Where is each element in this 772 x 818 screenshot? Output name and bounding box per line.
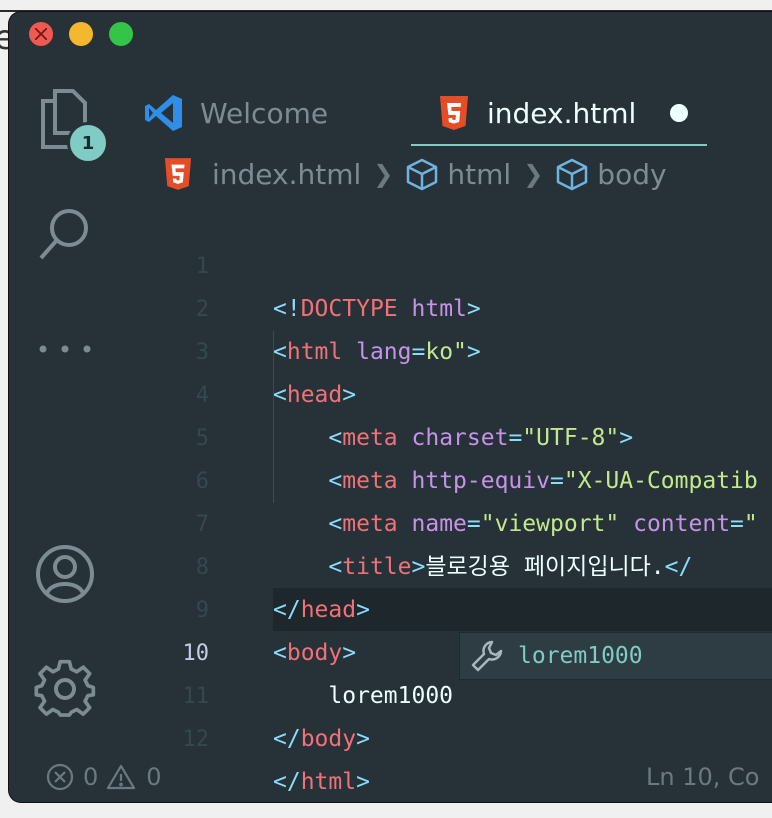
chevron-right-icon: ❯ xyxy=(523,160,544,188)
suggestion-item[interactable]: lorem1000 xyxy=(518,643,643,669)
tab-label: index.html xyxy=(487,96,637,130)
breadcrumb-html[interactable]: html xyxy=(447,158,511,191)
problems-indicator[interactable]: 0 0 xyxy=(45,762,162,792)
editor-tabs: Welcome index.html xyxy=(129,80,772,146)
breadcrumb: index.html ❯ html ❯ body xyxy=(164,154,667,194)
chevron-right-icon: ❯ xyxy=(373,160,394,188)
cube-icon xyxy=(405,157,439,191)
suggestion-widget[interactable]: lorem1000 xyxy=(459,632,772,680)
code-line[interactable]: 6 <meta name="viewport" content=" xyxy=(9,417,772,537)
code-line[interactable]: 9 <body> xyxy=(9,546,772,666)
breadcrumb-file[interactable]: index.html xyxy=(212,158,361,191)
close-window-button[interactable] xyxy=(29,22,53,46)
tab-welcome[interactable]: Welcome xyxy=(144,80,328,146)
code-line[interactable]: 3 <head> xyxy=(9,288,772,408)
editor-window: 1 Welcome index.html index.html ❯ html ❯… xyxy=(9,12,772,802)
code-line-active[interactable]: 10 lorem1000 xyxy=(9,589,772,709)
active-tab-indicator xyxy=(411,144,707,146)
status-bar: 0 0 Ln 10, Co xyxy=(9,752,772,802)
tab-label: Welcome xyxy=(200,96,329,130)
code-line[interactable]: 2 <html lang=ko"> xyxy=(9,245,772,365)
unsaved-dot-icon[interactable] xyxy=(670,104,689,122)
warning-icon xyxy=(106,763,136,791)
code-line[interactable]: 12 </html> xyxy=(9,675,772,795)
wrench-icon xyxy=(470,639,504,673)
code-line[interactable]: 4 <meta charset="UTF-8"> xyxy=(9,331,772,451)
minimize-window-button[interactable] xyxy=(69,22,93,46)
code-line[interactable]: 1 <!DOCTYPE html> xyxy=(9,202,772,322)
error-icon xyxy=(45,762,75,792)
code-line[interactable]: 8 </head> xyxy=(9,503,772,623)
code-line[interactable]: 7 <title>블로깅용 페이지입니다.</ xyxy=(9,460,772,580)
html5-icon xyxy=(164,157,192,191)
explorer-badge: 1 xyxy=(67,122,109,164)
code-line[interactable]: 5 <meta http-equiv="X-UA-Compatib xyxy=(9,374,772,494)
maximize-window-button[interactable] xyxy=(109,22,133,46)
html5-icon xyxy=(439,95,469,131)
warning-count: 0 xyxy=(146,763,162,791)
tab-index-html[interactable]: index.html xyxy=(439,80,689,146)
cursor-position[interactable]: Ln 10, Co xyxy=(646,763,759,791)
error-count: 0 xyxy=(83,763,99,791)
breadcrumb-body[interactable]: body xyxy=(597,158,666,191)
cube-icon xyxy=(555,157,589,191)
vscode-icon xyxy=(144,93,184,133)
